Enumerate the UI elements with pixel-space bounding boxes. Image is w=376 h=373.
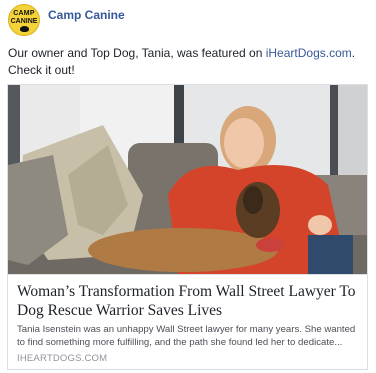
post-header: CAMP CANINE Camp Canine	[8, 4, 125, 38]
woman-hugging-dog-photo[interactable]	[8, 85, 367, 274]
link-preview-title[interactable]: Woman’s Transformation From Wall Street …	[17, 282, 358, 320]
link-preview-body: Woman’s Transformation From Wall Street …	[8, 274, 367, 369]
paw-icon	[20, 26, 29, 32]
post-message-link[interactable]: iHeartDogs.com	[266, 46, 352, 60]
link-preview-domain: IHEARTDOGS.COM	[17, 353, 108, 364]
avatar-logo-bottom: CANINE	[10, 18, 38, 25]
link-preview-description: Tania Isenstein was an unhappy Wall Stre…	[17, 324, 356, 348]
link-preview-card[interactable]: Woman’s Transformation From Wall Street …	[7, 84, 368, 370]
post-message: Our owner and Top Dog, Tania, was featur…	[8, 45, 370, 79]
page-avatar[interactable]: CAMP CANINE	[8, 4, 40, 36]
post-message-text-before: Our owner and Top Dog, Tania, was featur…	[8, 46, 266, 60]
avatar-logo-top: CAMP	[13, 10, 35, 17]
page-name-link[interactable]: Camp Canine	[48, 8, 125, 22]
